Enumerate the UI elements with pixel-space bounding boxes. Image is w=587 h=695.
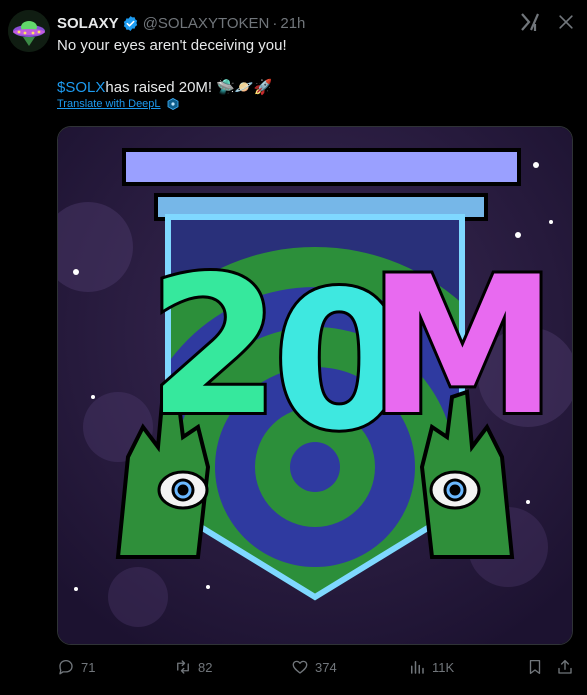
share-button[interactable] [556,658,580,676]
repost-button[interactable]: 82 [174,658,212,676]
bookmark-icon [529,659,541,675]
repost-icon [177,660,189,674]
action-bar: 71 82 374 11K [0,652,587,682]
views-button[interactable]: 11K [408,658,454,676]
grok-icon[interactable] [518,10,542,34]
timestamp[interactable]: 21h [280,15,305,32]
cashtag-link[interactable]: $SOLX [57,78,105,98]
translate-label[interactable]: Translate with DeepL [57,98,161,110]
translate-link[interactable]: Translate with DeepL [57,98,179,110]
like-button[interactable]: 374 [291,658,337,676]
close-icon[interactable] [556,12,576,32]
share-icon [558,659,572,674]
bookmark-button[interactable] [526,658,550,676]
separator-dot: · [272,14,278,32]
views-count: 11K [432,659,455,675]
author-handle[interactable]: @SOLAXYTOKEN [143,15,270,32]
image-text-m: M [368,236,557,457]
heart-icon [292,660,308,674]
verified-badge-icon [123,15,137,31]
tweet-text-rest: has raised 20M! [105,79,213,96]
deepl-icon [167,98,178,110]
views-icon [411,661,424,674]
author-name[interactable]: SOLAXY [57,15,119,32]
tweet: SOLAXY @SOLAXYTOKEN · 21h No your eyes a… [0,0,587,695]
image-text-2: 2 [148,236,280,457]
reply-button[interactable]: 71 [57,658,95,676]
reply-icon [59,659,73,675]
tweet-image[interactable]: 2 0 M [57,126,573,645]
ufo-avatar-icon [8,10,50,52]
avatar[interactable] [8,10,50,52]
like-count: 374 [315,659,337,675]
tweet-text-line2: $SOLX has raised 20M! 🛸🪐🚀 [57,78,272,98]
repost-count: 82 [198,659,213,675]
reply-count: 71 [81,659,96,675]
emoji-group: 🛸🪐🚀 [216,79,273,96]
tweet-header: SOLAXY @SOLAXYTOKEN · 21h [57,13,305,33]
tweet-text-line1: No your eyes aren't deceiving you! [57,37,287,54]
20m-artwork: 2 0 M [58,127,572,644]
